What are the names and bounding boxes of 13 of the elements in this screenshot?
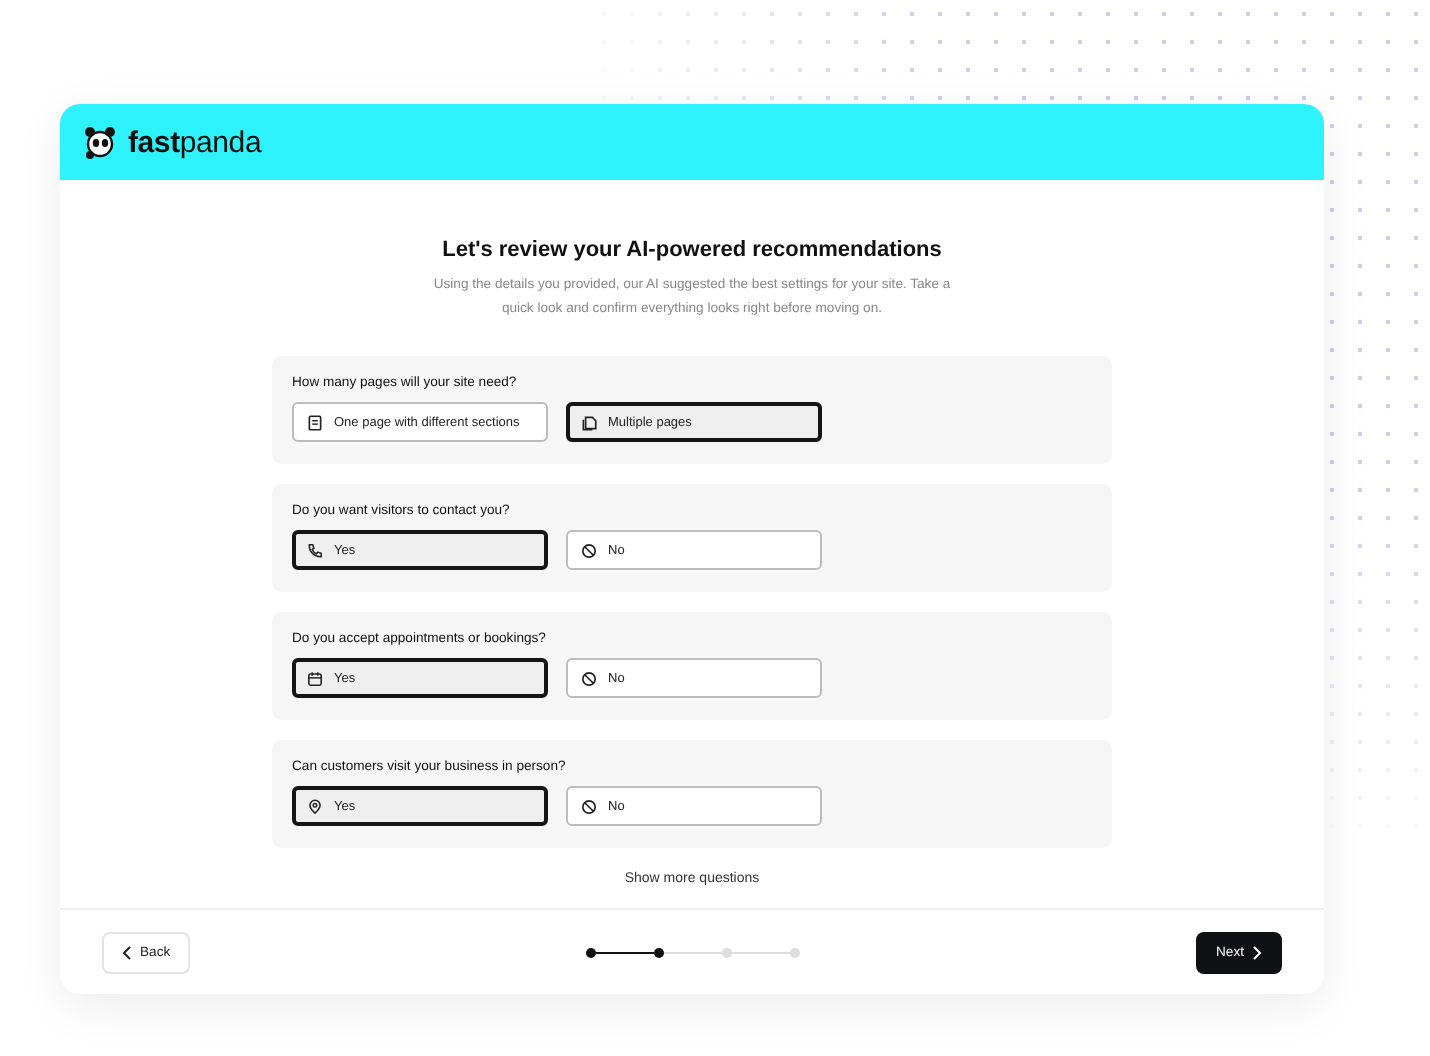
pages-icon [580, 413, 598, 431]
chevron-right-icon [1251, 945, 1262, 959]
panda-logo-icon [80, 122, 120, 162]
map-pin-icon [306, 797, 324, 815]
phone-icon [306, 541, 324, 559]
brand-name: fastpanda [128, 125, 262, 159]
page-heading: Let's review your AI-powered recommendations [442, 238, 942, 262]
chevron-left-icon [122, 945, 132, 959]
ban-icon [580, 669, 598, 687]
ban-icon [580, 541, 598, 559]
ban-icon [580, 797, 598, 815]
page-icon [306, 413, 324, 431]
calendar-icon [306, 669, 324, 687]
